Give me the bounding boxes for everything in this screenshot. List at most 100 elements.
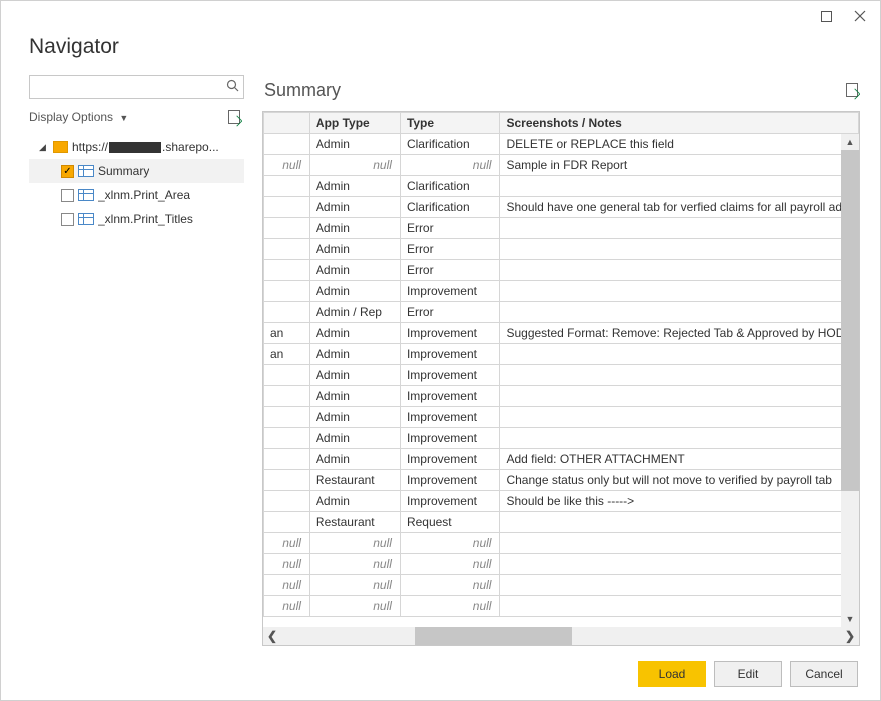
table-cell: Admin bbox=[309, 197, 400, 218]
maximize-button[interactable] bbox=[812, 5, 840, 27]
display-options-dropdown[interactable]: Display Options ▼ bbox=[29, 110, 128, 124]
scroll-right-icon[interactable]: ❯ bbox=[841, 629, 859, 643]
edit-button[interactable]: Edit bbox=[714, 661, 782, 687]
close-button[interactable] bbox=[846, 5, 874, 27]
page-refresh-icon bbox=[846, 83, 858, 97]
checkbox[interactable] bbox=[61, 189, 74, 202]
scroll-down-icon[interactable]: ▼ bbox=[846, 611, 855, 627]
table-cell: an bbox=[264, 323, 310, 344]
table-row[interactable]: anAdminImprovement bbox=[264, 344, 859, 365]
cancel-button[interactable]: Cancel bbox=[790, 661, 858, 687]
table-row[interactable]: nullnullnull bbox=[264, 533, 859, 554]
table-cell: Improvement bbox=[400, 281, 500, 302]
table-cell bbox=[500, 281, 859, 302]
table-row[interactable]: AdminError bbox=[264, 218, 859, 239]
table-cell: DELETE or REPLACE this field bbox=[500, 134, 859, 155]
preview-refresh-button[interactable] bbox=[844, 82, 860, 98]
table-row[interactable]: anAdminImprovementSuggested Format: Remo… bbox=[264, 323, 859, 344]
scroll-left-icon[interactable]: ❮ bbox=[263, 629, 281, 643]
titlebar bbox=[1, 1, 880, 31]
table-row[interactable]: RestaurantImprovementChange status only … bbox=[264, 470, 859, 491]
table-cell: Suggested Format: Remove: Rejected Tab &… bbox=[500, 323, 859, 344]
refresh-button[interactable] bbox=[226, 109, 242, 125]
table-cell: null bbox=[309, 155, 400, 176]
table-cell: Admin bbox=[309, 491, 400, 512]
table-cell: Admin bbox=[309, 323, 400, 344]
table-cell: Admin bbox=[309, 134, 400, 155]
caret-down-icon[interactable]: ◢ bbox=[39, 142, 49, 153]
tree-item--xlnm-print-titles[interactable]: _xlnm.Print_Titles bbox=[29, 207, 244, 231]
table-cell: Improvement bbox=[400, 365, 500, 386]
checkbox[interactable]: ✓ bbox=[61, 165, 74, 178]
table-cell: Restaurant bbox=[309, 512, 400, 533]
checkbox[interactable] bbox=[61, 213, 74, 226]
search-input[interactable] bbox=[34, 77, 226, 97]
table-cell: null bbox=[400, 575, 500, 596]
table-row[interactable]: AdminImprovementShould be like this ----… bbox=[264, 491, 859, 512]
table-row[interactable]: AdminImprovement bbox=[264, 428, 859, 449]
table-cell bbox=[264, 197, 310, 218]
table-cell bbox=[500, 365, 859, 386]
column-header[interactable]: Type bbox=[400, 113, 500, 134]
vertical-scrollbar[interactable]: ▲ ▼ bbox=[841, 134, 859, 627]
table-cell bbox=[500, 218, 859, 239]
preview-pane: Summary App TypeTypeScreenshots / Notes … bbox=[262, 75, 860, 646]
table-cell: Admin bbox=[309, 218, 400, 239]
tree-item-summary[interactable]: ✓Summary bbox=[29, 159, 244, 183]
tree-item--xlnm-print-area[interactable]: _xlnm.Print_Area bbox=[29, 183, 244, 207]
table-cell: null bbox=[264, 533, 310, 554]
chevron-down-icon: ▼ bbox=[119, 113, 128, 123]
table-cell bbox=[500, 386, 859, 407]
tree: ◢https://.sharepo... ✓Summary_xlnm.Print… bbox=[29, 135, 244, 231]
scroll-up-icon[interactable]: ▲ bbox=[846, 134, 855, 150]
table-row[interactable]: Admin / RepError bbox=[264, 302, 859, 323]
table-cell bbox=[264, 449, 310, 470]
table-cell: Improvement bbox=[400, 491, 500, 512]
footer: Load Edit Cancel bbox=[1, 656, 880, 700]
load-button[interactable]: Load bbox=[638, 661, 706, 687]
table-cell: Change status only but will not move to … bbox=[500, 470, 859, 491]
tree-root-label: https://.sharepo... bbox=[72, 140, 219, 154]
table-row[interactable]: AdminClarification bbox=[264, 176, 859, 197]
tree-root[interactable]: ◢ https://.sharepo... bbox=[29, 135, 244, 159]
table-row[interactable]: AdminClarificationShould have one genera… bbox=[264, 197, 859, 218]
table-cell bbox=[500, 575, 859, 596]
table-cell bbox=[264, 491, 310, 512]
table-row[interactable]: AdminImprovement bbox=[264, 281, 859, 302]
table-cell: null bbox=[309, 596, 400, 617]
table-row[interactable]: nullnullnull bbox=[264, 575, 859, 596]
horizontal-scrollbar[interactable]: ❮ ❯ bbox=[263, 627, 859, 645]
search-icon[interactable] bbox=[226, 79, 239, 95]
table-row[interactable]: AdminClarificationDELETE or REPLACE this… bbox=[264, 134, 859, 155]
table-cell bbox=[264, 281, 310, 302]
column-header[interactable] bbox=[264, 113, 310, 134]
search-input-wrapper[interactable] bbox=[29, 75, 244, 99]
table-row[interactable]: AdminImprovement bbox=[264, 407, 859, 428]
table-cell: Clarification bbox=[400, 134, 500, 155]
table-cell: Sample in FDR Report bbox=[500, 155, 859, 176]
table-row[interactable]: AdminError bbox=[264, 260, 859, 281]
table-row[interactable]: nullnullnullSample in FDR Report bbox=[264, 155, 859, 176]
table-row[interactable]: nullnullnull bbox=[264, 554, 859, 575]
table-cell bbox=[264, 512, 310, 533]
table-cell: Admin bbox=[309, 386, 400, 407]
table-cell bbox=[500, 407, 859, 428]
table-cell: Improvement bbox=[400, 386, 500, 407]
table-cell: Restaurant bbox=[309, 470, 400, 491]
table-cell: null bbox=[264, 596, 310, 617]
table-cell: null bbox=[309, 575, 400, 596]
column-header[interactable]: App Type bbox=[309, 113, 400, 134]
table-row[interactable]: RestaurantRequest bbox=[264, 512, 859, 533]
table-row[interactable]: nullnullnull bbox=[264, 596, 859, 617]
table-cell: null bbox=[400, 155, 500, 176]
table-row[interactable]: AdminImprovementAdd field: OTHER ATTACHM… bbox=[264, 449, 859, 470]
table-cell bbox=[500, 260, 859, 281]
table-cell: Improvement bbox=[400, 470, 500, 491]
table-row[interactable]: AdminError bbox=[264, 239, 859, 260]
table-cell: null bbox=[309, 533, 400, 554]
table-row[interactable]: AdminImprovement bbox=[264, 386, 859, 407]
table-cell bbox=[264, 365, 310, 386]
table-cell bbox=[264, 407, 310, 428]
table-row[interactable]: AdminImprovement bbox=[264, 365, 859, 386]
column-header[interactable]: Screenshots / Notes bbox=[500, 113, 859, 134]
